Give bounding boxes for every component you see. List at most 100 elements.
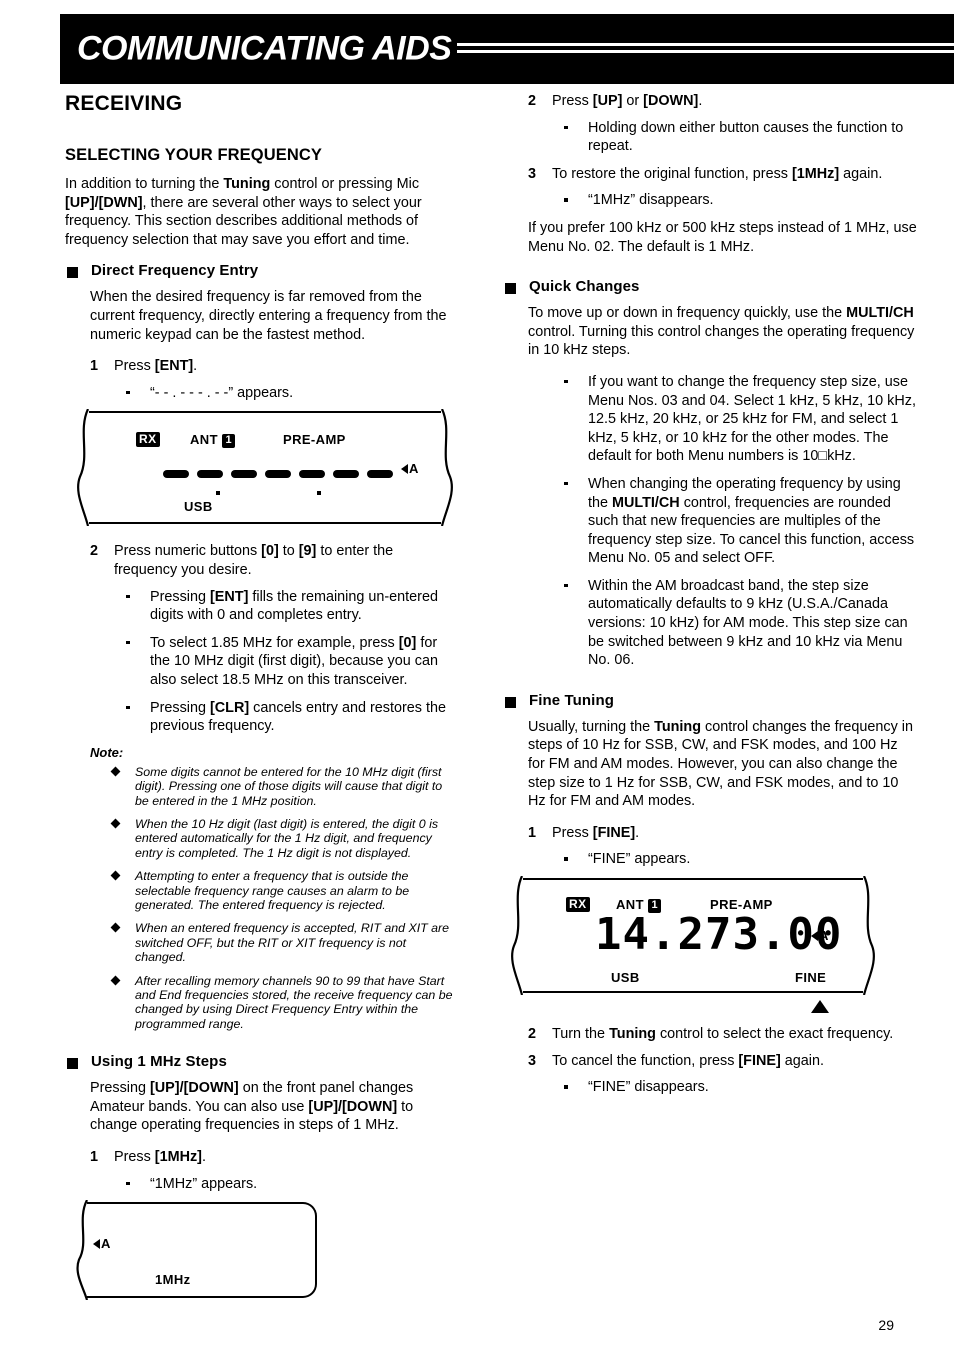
step-number: 1 — [90, 1148, 99, 1165]
lcd-rx-indicator: RX — [136, 431, 160, 447]
step-text-a: To restore the original function, press — [552, 165, 792, 182]
block-title-direct-frequency-entry: Direct Frequency Entry — [65, 262, 459, 279]
step-text-a: Press — [552, 93, 593, 109]
bullet-dot-icon — [126, 1181, 130, 1186]
step-text-c: . — [698, 93, 703, 109]
bullet-key-0: [0] — [398, 634, 417, 651]
step-text-c: again. — [780, 1052, 824, 1069]
bullet-dot-icon — [126, 390, 130, 395]
intro-bold-tuning: Tuning — [223, 176, 271, 192]
bullet-dot-icon — [126, 705, 130, 709]
mhz-key-updown-1: [UP]/[DOWN] — [150, 1080, 239, 1097]
step-number: 2 — [528, 1026, 537, 1042]
square-bullet-icon — [505, 696, 516, 708]
fine-control-tuning: Tuning — [654, 718, 702, 735]
dfe-step-1: 1 Press [ENT]. — [65, 357, 459, 376]
mhz-step-2-bullet: Holding down either button causes the fu… — [503, 119, 917, 156]
lcd-illustration-fine-tuning: RX ANT 1 PRE-AMP 14.273.00 A USB FINE — [511, 876, 875, 1013]
quick-bullet-step-size: If you want to change the frequency step… — [528, 373, 917, 466]
step-number: 2 — [528, 93, 537, 109]
bullet-dot-icon — [564, 481, 568, 486]
block-title-text: Quick Changes — [529, 278, 640, 296]
step-text-a: Press — [114, 1148, 155, 1165]
mhz-text-a: Pressing — [90, 1080, 150, 1097]
mhz-step-1-bullet: “1MHz” appears. — [65, 1175, 459, 1194]
right-column: 2 Press [UP] or [DOWN]. Holding down eith… — [505, 92, 917, 1106]
mhz-step-3-bullet: “1MHz” disappears. — [503, 191, 917, 210]
step-text-mid: to — [278, 543, 299, 560]
lcd-frequency-display: 14.273.00 — [595, 909, 843, 960]
step-text-a: To cancel the function, press — [552, 1052, 739, 1069]
bullet-dot-icon — [564, 198, 568, 202]
page-number: 29 — [878, 1317, 894, 1333]
lcd-ant-indicator: ANT 1 — [190, 432, 236, 448]
bullet-dot-icon — [564, 125, 568, 130]
block-title-text: Fine Tuning — [529, 691, 614, 709]
lcd-fine-indicator: FINE — [795, 970, 827, 985]
mhz-step-3: 3 To restore the original function, press… — [503, 165, 917, 184]
bullet-text: Within the AM broadcast band, the step s… — [588, 577, 908, 669]
quick-control-multich: MULTI/CH — [846, 305, 914, 322]
step-text-c: . — [193, 358, 198, 375]
bullet-text-a: Pressing — [150, 699, 210, 716]
note-text: When an entered frequency is accepted, R… — [135, 921, 450, 965]
lcd-digit-dash-6 — [333, 470, 359, 479]
lcd-decimal-point-2 — [317, 491, 321, 496]
torn-edge-left-icon — [76, 1200, 89, 1301]
note-item: When the 10 Hz digit (last digit) is ent… — [65, 817, 459, 860]
lcd-mode-indicator: USB — [611, 970, 640, 985]
step-text-a: Press — [552, 824, 593, 841]
block-title-text: Direct Frequency Entry — [91, 262, 259, 280]
note-text: Attempting to enter a frequency that is … — [135, 869, 410, 912]
diamond-bullet-icon — [110, 922, 121, 933]
mhz-key-updown-2: [UP]/[DOWN] — [308, 1098, 398, 1115]
up-triangle-pointer-icon — [811, 1000, 829, 1013]
quick-bullet-rounding: When changing the operating frequency by… — [528, 475, 917, 568]
square-bullet-icon — [67, 267, 78, 279]
step-number: 2 — [90, 543, 99, 560]
step-key-up: [UP] — [592, 93, 623, 109]
torn-edge-right-icon — [440, 409, 453, 527]
fine-step-3-bullet: “FINE” disappears. — [503, 1078, 917, 1097]
intro-paragraph: In addition to turning the Tuning contro… — [65, 175, 459, 249]
left-triangle-icon — [401, 464, 408, 475]
fine-step-3: 3 To cancel the function, press [FINE] ag… — [503, 1052, 917, 1071]
step-number: 1 — [528, 824, 537, 841]
torn-edge-right-icon — [862, 876, 875, 995]
diamond-bullet-icon — [110, 870, 121, 881]
dfe-paragraph: When the desired frequency is far remove… — [90, 289, 447, 343]
lcd-digit-dash-7 — [367, 470, 393, 479]
quick-text-a: To move up or down in frequency quickly,… — [528, 305, 847, 322]
intro-text-1: In addition to turning the — [65, 176, 224, 192]
bullet-text: Holding down either button causes the fu… — [588, 119, 904, 155]
step-text-mid: or — [622, 93, 644, 109]
lcd-mode-indicator: USB — [184, 499, 213, 515]
lcd-digit-dash-1 — [163, 470, 189, 479]
square-bullet-icon — [67, 1058, 78, 1070]
step-text-c: . — [201, 1148, 206, 1165]
bullet-text-a: Pressing — [150, 588, 210, 605]
quick-text-c: control. Turning this control changes th… — [528, 323, 915, 359]
left-triangle-icon — [811, 931, 818, 941]
step-key-ent: [ENT] — [154, 358, 194, 375]
bullet-dot-icon — [564, 857, 568, 861]
block-title-text: Using 1 MHz Steps — [91, 1053, 227, 1071]
lcd-illustration-blank-frequency: RX ANT 1 PRE-AMP A USB — [77, 409, 453, 527]
fine-control-tuning: Tuning — [609, 1026, 656, 1042]
fine-step-2: 2 Turn the Tuning control to select the e… — [503, 1025, 917, 1044]
page-body: RECEIVING SELECTING YOUR FREQUENCY In ad… — [0, 0, 954, 1351]
step-text-a: Press — [114, 358, 155, 375]
fine-step-1-bullet: “FINE” appears. — [503, 850, 917, 869]
bullet-text-a: To select 1.85 MHz for example, press — [150, 634, 399, 651]
lcd-vfo-a-indicator: A — [93, 1236, 110, 1251]
lcd-digit-dash-4 — [265, 470, 291, 479]
bullet-text: If you want to change the frequency step… — [588, 373, 916, 465]
step-key-1mhz: [1MHz] — [154, 1148, 202, 1165]
fine-step-1: 1 Press [FINE]. — [503, 824, 917, 843]
bullet-dot-icon — [564, 379, 568, 384]
bullet-control-multich: MULTI/CH — [612, 494, 680, 511]
diamond-bullet-icon — [110, 766, 121, 777]
lcd-decimal-point-1 — [216, 491, 220, 496]
note-item: Attempting to enter a frequency that is … — [65, 869, 459, 912]
note-text: After recalling memory channels 90 to 99… — [135, 973, 453, 1031]
